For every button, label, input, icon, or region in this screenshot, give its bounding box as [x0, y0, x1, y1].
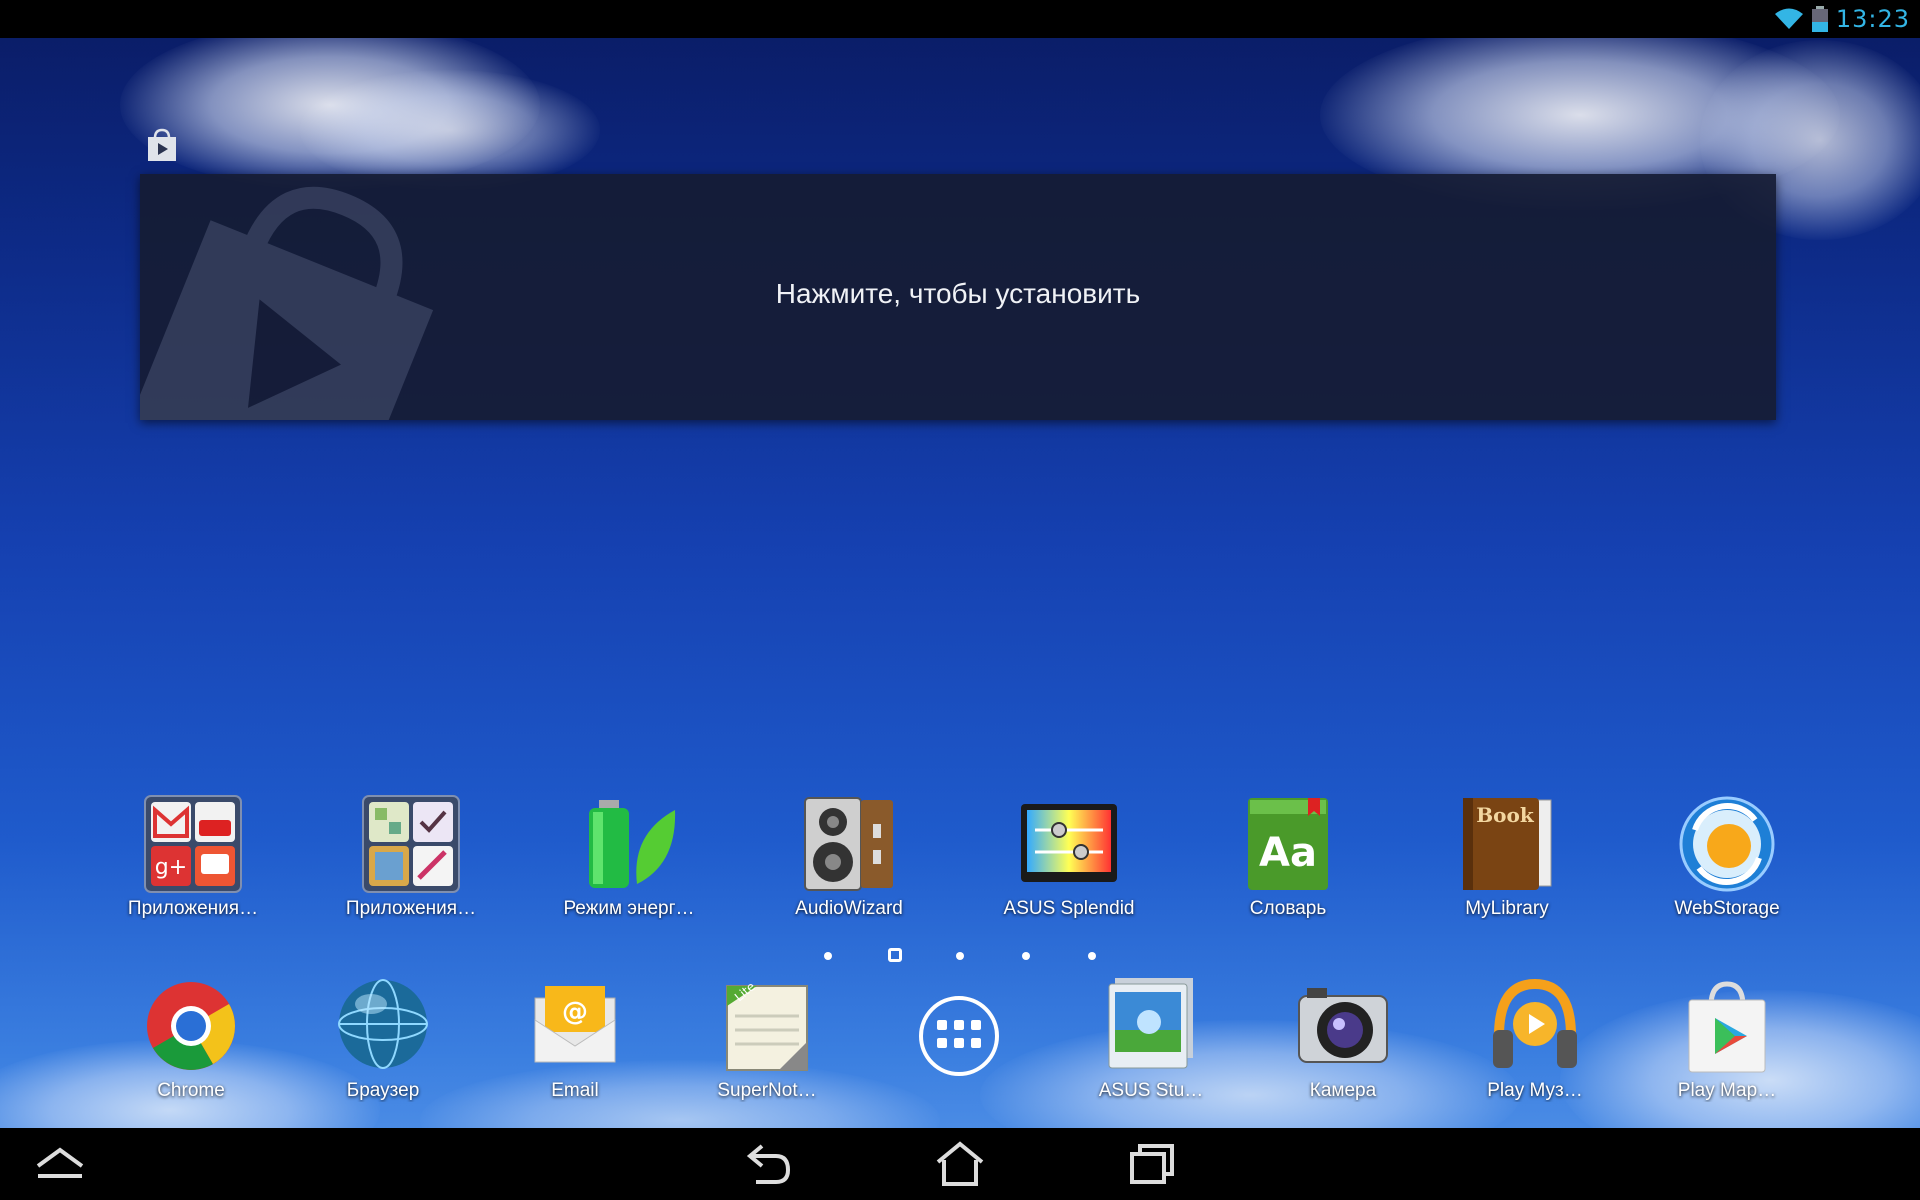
dock-asus-studio[interactable]: ASUS Stu…	[1046, 976, 1256, 1102]
app-audiowizard[interactable]: AudioWizard	[744, 794, 954, 920]
play-store-widget[interactable]: Нажмите, чтобы установить	[140, 174, 1776, 420]
page-dot[interactable]	[1088, 952, 1096, 960]
apps-folder-icon	[362, 795, 460, 893]
app-label: Chrome	[157, 1080, 225, 1101]
app-webstorage[interactable]: WebStorage	[1622, 794, 1832, 920]
page-indicator	[820, 946, 1100, 966]
app-mylibrary[interactable]: Book MyLibrary	[1402, 794, 1612, 920]
asus-studio-icon	[1108, 978, 1193, 1069]
play-store-icon[interactable]	[146, 128, 178, 162]
page-dot[interactable]	[956, 952, 964, 960]
install-prompt[interactable]: Нажмите, чтобы установить	[140, 278, 1776, 310]
splendid-icon	[1021, 804, 1117, 882]
app-label: Приложения…	[345, 898, 477, 919]
app-label: WebStorage	[1674, 898, 1780, 919]
cloud	[300, 70, 600, 190]
page-dot-current[interactable]	[888, 948, 902, 962]
status-bar: 13:23	[0, 0, 1920, 38]
app-asus-splendid[interactable]: ASUS Splendid	[964, 794, 1174, 920]
collapse-icon[interactable]	[32, 1140, 88, 1188]
app-label: Камера	[1309, 1080, 1377, 1101]
app-label: Email	[551, 1080, 599, 1101]
dock-play-market[interactable]: Play Мар…	[1622, 976, 1832, 1102]
battery-icon	[1811, 6, 1828, 32]
app-label: ASUS Stu…	[1098, 1080, 1204, 1101]
app-label: Play Мар…	[1677, 1080, 1777, 1101]
app-label: ASUS Splendid	[1003, 898, 1135, 919]
wifi-icon	[1774, 8, 1803, 29]
app-label: MyLibrary	[1465, 898, 1549, 919]
camera-icon	[1298, 988, 1388, 1063]
supernote-icon: Lite	[726, 979, 808, 1071]
app-dictionary[interactable]: Aa Словарь	[1183, 794, 1393, 920]
page-dot[interactable]	[1022, 952, 1030, 960]
app-label: AudioWizard	[795, 898, 903, 919]
app-label: Браузер	[346, 1080, 420, 1101]
clock: 13:23	[1835, 5, 1910, 33]
play-music-icon	[1493, 978, 1577, 1068]
dictionary-icon: Aa	[1248, 798, 1328, 890]
app-label: Режим энерг…	[563, 898, 695, 919]
book-icon: Book	[1463, 798, 1552, 890]
svg-text:g+: g+	[155, 855, 187, 880]
speaker-icon	[804, 797, 893, 891]
dock-camera[interactable]: Камера	[1238, 976, 1448, 1102]
page-dot[interactable]	[824, 952, 832, 960]
dock-app-drawer[interactable]	[854, 976, 1064, 1090]
svg-text:Book: Book	[1476, 803, 1535, 827]
back-icon[interactable]	[740, 1140, 796, 1188]
dock-email[interactable]: @ Email	[470, 976, 680, 1102]
app-asus-apps-folder[interactable]: Приложения…	[306, 794, 516, 920]
svg-text:@: @	[562, 997, 588, 1027]
app-drawer-icon	[919, 996, 999, 1076]
home-icon[interactable]	[932, 1140, 988, 1188]
google-apps-folder-icon: g+	[144, 795, 242, 893]
app-label: Play Муз…	[1487, 1080, 1583, 1101]
dock-play-music[interactable]: Play Муз…	[1430, 976, 1640, 1102]
app-label: SuperNot…	[717, 1080, 817, 1101]
email-icon: @	[534, 986, 616, 1063]
play-market-icon	[1688, 981, 1766, 1073]
browser-globe-icon	[338, 979, 428, 1069]
dock-chrome[interactable]: Chrome	[86, 976, 296, 1102]
app-label: Словарь	[1249, 898, 1327, 919]
app-label: Приложения…	[127, 898, 259, 919]
dock-supernote[interactable]: Lite SuperNot…	[662, 976, 872, 1102]
navigation-bar	[0, 1128, 1920, 1200]
dock-browser[interactable]: Браузер	[278, 976, 488, 1102]
recents-icon[interactable]	[1124, 1140, 1180, 1188]
power-saver-icon	[589, 800, 676, 888]
app-google-apps-folder[interactable]: g+ Приложения…	[88, 794, 298, 920]
svg-text:Aa: Aa	[1259, 830, 1317, 876]
chrome-icon	[147, 982, 235, 1070]
webstorage-icon	[1679, 796, 1775, 892]
app-power-saver[interactable]: Режим энерг…	[524, 794, 734, 920]
